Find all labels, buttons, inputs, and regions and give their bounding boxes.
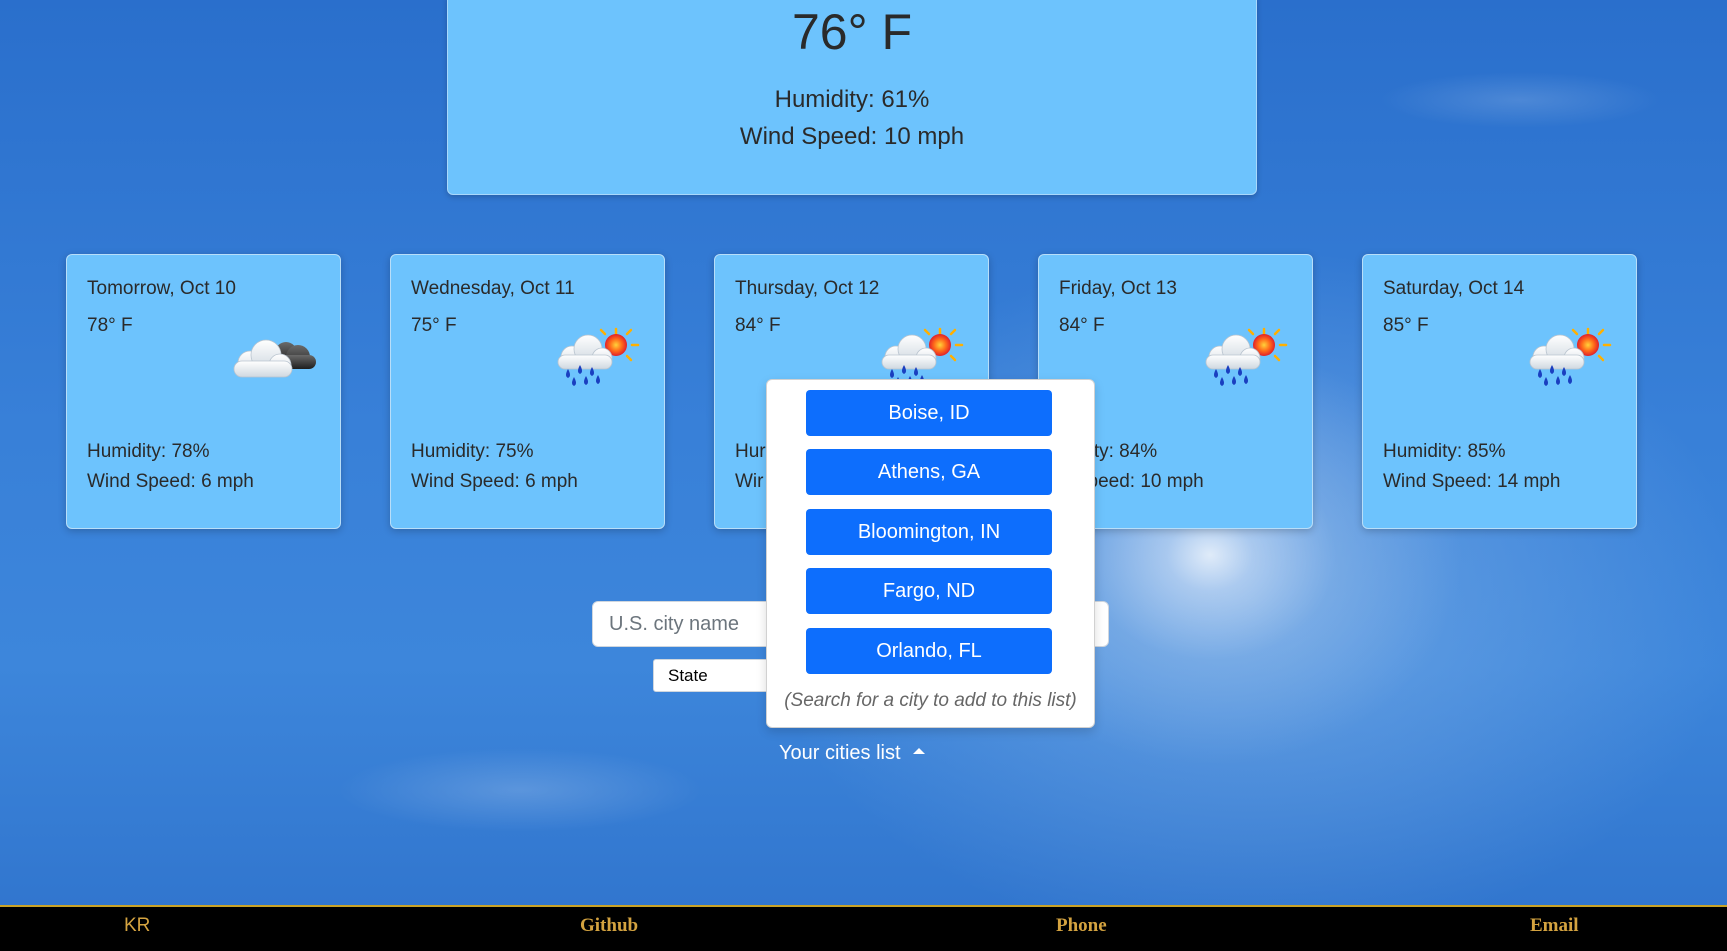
cities-list-toggle-label: Your cities list [779,742,901,764]
city-button-orlando[interactable]: Orlando, FL [806,628,1052,674]
forecast-wind-speed: Wir [735,471,764,492]
forecast-temperature: 78° F [87,315,133,336]
forecast-humidity: Humidity: 85% [1383,441,1506,462]
forecast-date: Tomorrow, Oct 10 [87,278,236,299]
city-button-fargo[interactable]: Fargo, ND [806,568,1052,614]
forecast-humidity: Hur [735,441,766,462]
current-temperature: 76° F [791,4,913,60]
cities-dropdown-menu: Boise, ID Athens, GA Bloomington, IN Far… [766,379,1095,728]
forecast-card: Saturday, Oct 14 85° F Humidity: 85% Win… [1362,254,1637,529]
sun-rain-cloud-icon [550,325,642,389]
sun-rain-cloud-icon [1522,325,1614,389]
footer: KR Github Phone Email [0,905,1727,951]
partly-cloudy-night-icon [226,325,318,389]
cities-list-toggle[interactable]: Your cities list [779,740,925,766]
city-button-athens[interactable]: Athens, GA [806,449,1052,495]
forecast-wind-speed: Wind Speed: 14 mph [1383,471,1561,492]
github-link[interactable]: Github [580,913,638,939]
forecast-card: Wednesday, Oct 11 75° F Humidity: 75% Wi… [390,254,665,529]
city-button-bloomington[interactable]: Bloomington, IN [806,509,1052,555]
forecast-wind-speed: Wind Speed: 6 mph [411,471,578,492]
phone-link[interactable]: Phone [1056,913,1107,939]
forecast-wind-speed: Wind Speed: 6 mph [87,471,254,492]
forecast-card: Tomorrow, Oct 10 78° F Humidity: 78% Win… [66,254,341,529]
sun-rain-cloud-icon [1198,325,1290,389]
forecast-temperature: 84° F [1059,315,1105,336]
forecast-temperature: 85° F [1383,315,1429,336]
forecast-date: Thursday, Oct 12 [735,278,880,299]
forecast-humidity: Humidity: 75% [411,441,534,462]
forecast-temperature: 84° F [735,315,781,336]
caret-up-icon [912,747,925,754]
forecast-date: Saturday, Oct 14 [1383,278,1525,299]
current-wind-speed: Wind Speed: 10 mph [739,123,965,150]
current-humidity: Humidity: 61% [774,86,930,113]
current-weather-panel: 76° F Humidity: 61% Wind Speed: 10 mph [447,0,1257,195]
city-button-boise[interactable]: Boise, ID [806,390,1052,436]
footer-initials: KR [124,915,151,936]
email-link[interactable]: Email [1530,913,1579,939]
forecast-temperature: 75° F [411,315,457,336]
forecast-date: Friday, Oct 13 [1059,278,1177,299]
forecast-date: Wednesday, Oct 11 [411,278,575,299]
forecast-humidity: Humidity: 78% [87,441,210,462]
dropdown-hint: (Search for a city to add to this list) [784,690,1077,711]
